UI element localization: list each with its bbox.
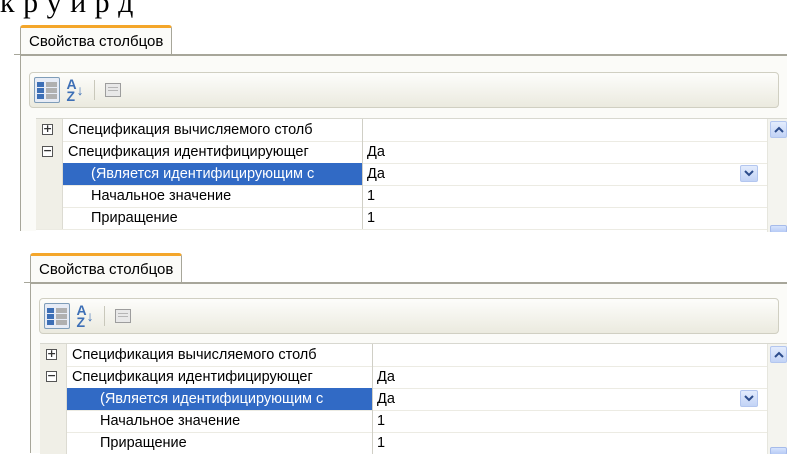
- property-name: Начальное значение: [100, 413, 241, 429]
- tab-column-properties[interactable]: Свойства столбцов: [20, 25, 173, 55]
- property-pages-button[interactable]: [100, 77, 126, 103]
- dropdown-button[interactable]: [740, 390, 758, 407]
- property-value[interactable]: Да: [367, 141, 385, 163]
- scroll-up-button[interactable]: [770, 121, 787, 138]
- property-value[interactable]: Да: [377, 366, 395, 388]
- column-divider[interactable]: [362, 163, 363, 185]
- column-divider[interactable]: [362, 185, 363, 207]
- properties-toolbar: A Z ↓: [39, 298, 779, 334]
- chevron-up-icon: [773, 126, 784, 133]
- properties-frame: A Z ↓ + Спецификация вычисляемого столб − …: [30, 283, 787, 454]
- property-row[interactable]: Начальное значение 1: [36, 185, 787, 208]
- scroll-thumb[interactable]: [770, 447, 787, 454]
- property-name: Спецификация идентифицирующег: [68, 144, 309, 160]
- property-name: Спецификация вычисляемого столб: [72, 347, 317, 363]
- column-divider[interactable]: [362, 207, 363, 229]
- chevron-up-icon: [773, 351, 784, 358]
- property-grid: + Спецификация вычисляемого столб − Спец…: [36, 118, 787, 232]
- property-value[interactable]: 1: [377, 410, 385, 432]
- dropdown-button[interactable]: [740, 165, 758, 182]
- row-gutter: [36, 163, 63, 185]
- arrow-down-icon: ↓: [76, 82, 84, 98]
- categorized-button[interactable]: [34, 77, 60, 103]
- column-divider[interactable]: [372, 366, 373, 388]
- property-row[interactable]: Начальное значение 1: [40, 410, 787, 433]
- expand-plus-icon[interactable]: +: [42, 123, 53, 135]
- column-divider[interactable]: [372, 388, 373, 410]
- property-row[interactable]: − Спецификация идентифицирующег Да: [36, 141, 787, 164]
- column-divider[interactable]: [362, 119, 363, 141]
- property-value-select[interactable]: Да: [367, 163, 385, 185]
- collapse-minus-icon[interactable]: −: [42, 145, 53, 157]
- row-gutter: [36, 207, 63, 229]
- categorized-button[interactable]: [44, 303, 70, 329]
- property-name: Приращение: [91, 210, 178, 226]
- toolbar-separator: [104, 306, 105, 326]
- sort-az-icon: AZ: [66, 76, 77, 104]
- row-gutter: [40, 388, 67, 410]
- column-divider[interactable]: [372, 344, 373, 366]
- categorized-icon: [37, 81, 57, 99]
- property-pages-button[interactable]: [110, 303, 136, 329]
- vertical-scrollbar[interactable]: [767, 344, 787, 454]
- property-value[interactable]: 1: [367, 185, 375, 207]
- property-value[interactable]: 1: [367, 207, 375, 229]
- row-gutter: [36, 185, 63, 207]
- properties-toolbar: A Z ↓: [29, 72, 779, 108]
- property-row[interactable]: + Спецификация вычисляемого столб: [36, 119, 787, 142]
- property-row-selected[interactable]: (Является идентифицирующим с Да: [40, 388, 787, 411]
- property-row[interactable]: Приращение 1: [36, 207, 787, 230]
- property-row[interactable]: + Спецификация вычисляемого столб: [40, 344, 787, 367]
- properties-frame: A Z ↓ + Спецификация вычисляемого столб − …: [20, 55, 787, 232]
- cropped-caption-text: к р у и р д: [0, 0, 134, 19]
- property-name: Приращение: [100, 435, 187, 451]
- property-grid: + Спецификация вычисляемого столб − Спец…: [40, 343, 787, 454]
- row-gutter: [40, 410, 67, 432]
- chevron-down-icon: [744, 170, 754, 177]
- chevron-down-icon: [744, 395, 754, 402]
- vertical-scrollbar[interactable]: [767, 119, 787, 232]
- properties-panel-1: Свойства столбцов A Z ↓ + Спецификация выч…: [14, 22, 787, 232]
- property-name: Спецификация вычисляемого столб: [68, 122, 313, 138]
- tab-column-properties[interactable]: Свойства столбцов: [30, 253, 183, 283]
- arrow-down-icon: ↓: [86, 308, 94, 324]
- collapse-minus-icon[interactable]: −: [46, 370, 57, 382]
- property-name: Начальное значение: [91, 188, 232, 204]
- column-divider[interactable]: [372, 410, 373, 432]
- property-value-select[interactable]: Да: [377, 388, 395, 410]
- property-row-selected[interactable]: (Является идентифицирующим с Да: [36, 163, 787, 186]
- sort-alphabetical-button[interactable]: A Z ↓: [62, 77, 88, 103]
- sort-az-icon: AZ: [76, 302, 87, 330]
- column-divider[interactable]: [372, 432, 373, 454]
- row-gutter: [40, 432, 67, 454]
- property-row[interactable]: − Спецификация идентифицирующег Да: [40, 366, 787, 389]
- property-pages-icon: [105, 83, 121, 97]
- property-name: (Является идентифицирующим с: [67, 388, 372, 410]
- expand-plus-icon[interactable]: +: [46, 348, 57, 360]
- toolbar-separator: [94, 80, 95, 100]
- property-pages-icon: [115, 309, 131, 323]
- column-divider[interactable]: [362, 141, 363, 163]
- scroll-up-button[interactable]: [770, 346, 787, 363]
- scroll-thumb[interactable]: [770, 225, 787, 232]
- property-name: (Является идентифицирующим с: [63, 163, 362, 185]
- property-name: Спецификация идентифицирующег: [72, 369, 313, 385]
- categorized-icon: [47, 307, 67, 325]
- property-value[interactable]: 1: [377, 432, 385, 454]
- property-row[interactable]: Приращение 1: [40, 432, 787, 454]
- properties-panel-2: Свойства столбцов A Z ↓ + Спецификация выч…: [24, 236, 787, 454]
- sort-alphabetical-button[interactable]: A Z ↓: [72, 303, 98, 329]
